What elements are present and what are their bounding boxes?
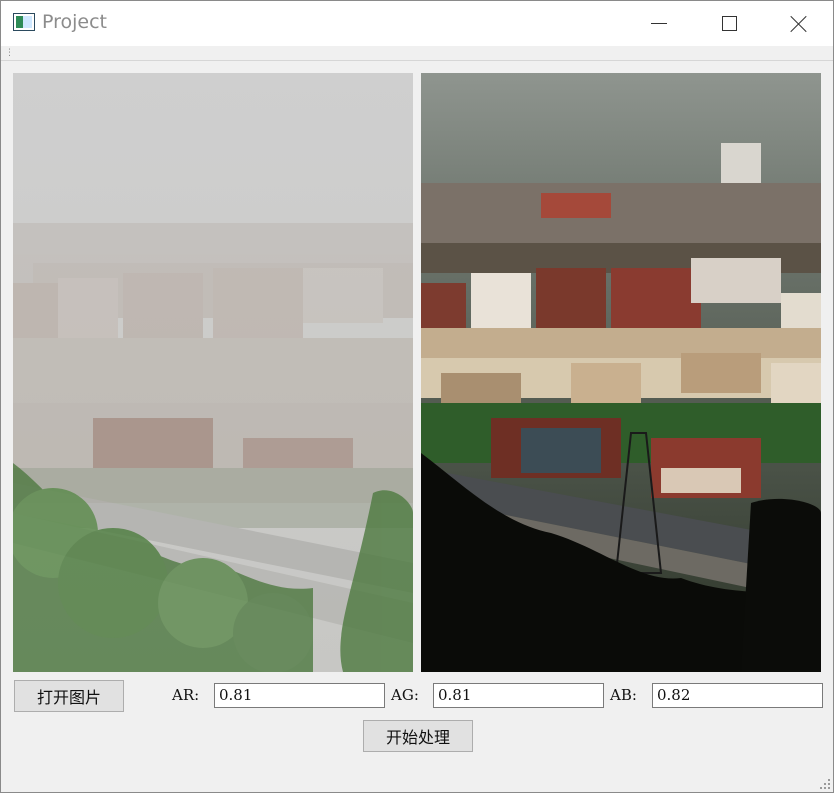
output-image [421,73,821,672]
minimize-icon [651,23,667,24]
maximize-icon [721,16,737,31]
ar-label: AR: [172,686,200,704]
resize-grip-icon[interactable] [820,779,830,789]
maximize-button[interactable] [694,1,764,46]
ag-input[interactable]: 0.81 [433,683,604,708]
ab-input[interactable]: 0.82 [652,683,823,708]
minimize-button[interactable] [624,1,694,46]
close-button[interactable] [764,1,834,46]
ar-input[interactable]: 0.81 [214,683,385,708]
toolbar-grip-icon[interactable]: ⋮ [5,49,14,58]
input-image [13,73,413,672]
ab-label: AB: [610,686,637,704]
start-processing-button[interactable]: 开始处理 [363,720,473,752]
app-icon [13,13,35,31]
title-bar[interactable]: Project [1,1,833,46]
main-window: Project ⋮ 打开图片 AR: 0.81 AG: 0.81 AB: 0.8… [0,0,834,793]
window-title: Project [42,11,108,33]
open-image-button[interactable]: 打开图片 [14,680,124,712]
close-icon [790,15,808,33]
toolbar-strip: ⋮ [1,46,833,61]
ag-label: AG: [391,686,419,704]
